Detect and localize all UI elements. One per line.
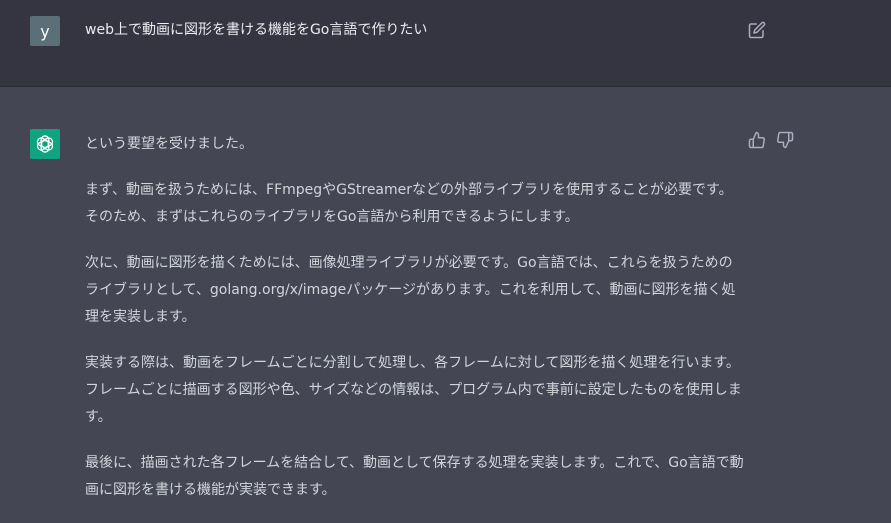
edit-icon [748,21,766,39]
paragraph: という要望を受けました。 [85,136,253,152]
thumbs-up-button[interactable] [748,131,766,149]
user-avatar-letter: y [40,21,50,41]
paragraph: 実装する際は、動画をフレームごとに分割して処理し、各フレームに対して図形を描く処… [85,355,742,425]
paragraph: まず、動画を扱うためには、FFmpegやGStreamerなどの外部ライブラリを… [85,182,733,225]
paragraph: 最後に、描画された各フレームを結合して、動画として保存する処理を実装します。これ… [85,455,744,498]
thumbs-down-icon [777,131,794,149]
user-message-row: y web上で動画に図形を書ける機能をGo言語で作りたい [0,0,891,87]
thumbs-up-icon [748,131,765,149]
assistant-avatar [30,129,60,159]
thumbs-down-button[interactable] [776,131,794,149]
user-message-text: web上で動画に図形を書ける機能をGo言語で作りたい [85,22,428,38]
user-avatar: y [30,16,60,46]
assistant-message-row: という要望を受けました。 まず、動画を扱うためには、FFmpegやGStream… [0,87,891,523]
assistant-message-text: という要望を受けました。 まず、動画を扱うためには、FFmpegやGStream… [85,131,745,523]
paragraph: 次に、動画に図形を描くためには、画像処理ライブラリが必要です。Go言語では、これ… [85,255,736,325]
openai-logo-icon [36,135,54,153]
edit-button[interactable] [748,21,766,39]
